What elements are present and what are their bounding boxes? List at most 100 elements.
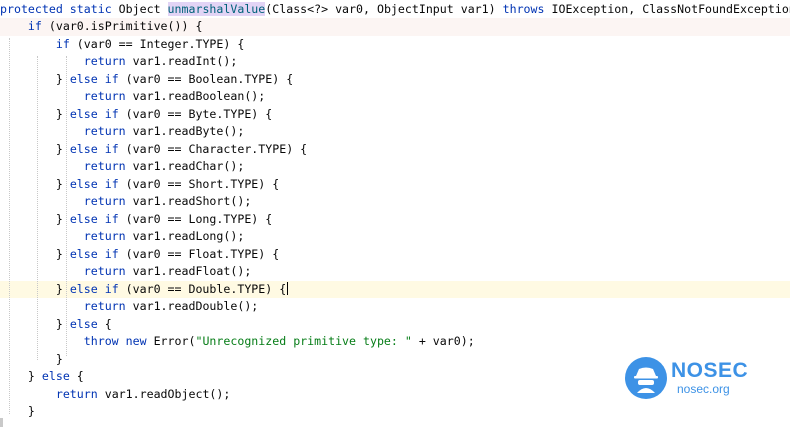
code-token: } (0, 281, 70, 296)
keyword: if (55, 36, 77, 51)
code-token: } (0, 246, 70, 261)
text-caret (287, 281, 289, 295)
nosec-watermark: NOSEC nosec.org (625, 357, 750, 399)
code-line[interactable]: } else if (var0 == Short.TYPE) { (0, 176, 790, 194)
keyword: throws (502, 1, 552, 16)
code-token: var1.readInt(); (132, 54, 238, 68)
code-line[interactable]: protected static Object unmarshalValue(C… (0, 1, 790, 19)
code-line[interactable]: return var1.readDouble(); (0, 298, 790, 316)
code-token: var1.readDouble(); (132, 299, 259, 313)
code-token: (var0 == Byte.TYPE) { (125, 106, 273, 121)
code-token: } (0, 211, 70, 226)
code-token: Error( (153, 334, 196, 348)
code-line[interactable]: if (var0 == Integer.TYPE) { (0, 36, 790, 54)
keyword: else if (69, 106, 126, 121)
code-token: (var0 == Boolean.TYPE) { (125, 71, 294, 86)
code-line[interactable]: return var1.readFloat(); (0, 263, 790, 281)
code-token: var1.readObject(); (104, 386, 231, 401)
keyword: if (27, 19, 49, 33)
keyword: return (55, 386, 105, 401)
string-literal: "Unrecognized primitive type: " (195, 334, 412, 348)
code-line[interactable]: if (var0.isPrimitive()) { (0, 18, 790, 36)
code-token: var1.readChar(); (132, 159, 245, 173)
code-token: (var0 == Short.TYPE) { (125, 176, 280, 191)
code-line[interactable]: return var1.readInt(); (0, 53, 790, 71)
code-line[interactable]: return var1.readBoolean(); (0, 88, 790, 106)
code-token: var1.readFloat(); (132, 264, 252, 278)
code-token: (var0.isPrimitive()) { (48, 19, 203, 33)
watermark-title: NOSEC (671, 359, 749, 382)
code-token: } (0, 369, 42, 383)
spy-hat-icon (625, 357, 667, 399)
code-line[interactable]: return var1.readChar(); (0, 158, 790, 176)
code-token: } (0, 106, 70, 121)
code-token: Object (118, 1, 168, 16)
code-token: (var0 == Integer. (76, 36, 196, 51)
code-token: (var0 == Character.TYPE) { (125, 141, 308, 156)
code-token: + var0); (411, 334, 475, 348)
keyword: return (83, 194, 133, 208)
code-token: { (104, 316, 112, 331)
method-name: unmarshalValue (167, 1, 266, 16)
code-line[interactable]: return var1.readShort(); (0, 193, 790, 211)
code-token: } (0, 316, 70, 331)
keyword: else if (69, 141, 126, 156)
code-token: { (76, 369, 84, 383)
code-line[interactable]: } else { (0, 316, 790, 334)
code-line[interactable]: } else if (var0 == Long.TYPE) { (0, 211, 790, 229)
keyword: else (69, 316, 105, 331)
keyword: else if (69, 281, 126, 296)
watermark-subtitle: nosec.org (677, 382, 730, 396)
keyword: else if (69, 71, 126, 86)
code-line[interactable]: } (0, 403, 790, 421)
code-token: (var0 == Float.TYPE) { (125, 246, 280, 261)
code-token: var1.readByte(); (132, 124, 245, 138)
keyword: throw new (83, 334, 154, 348)
code-token: var1.readShort(); (132, 194, 252, 208)
code-token: } (0, 176, 70, 191)
code-line[interactable]: } else if (var0 == Byte.TYPE) { (0, 106, 790, 124)
code-token: IOException, ClassNotFoundException { (551, 1, 790, 16)
code-token: var1.readBoolean(); (132, 89, 266, 103)
code-line[interactable]: } else if (var0 == Double.TYPE) { (0, 280, 790, 298)
keyword: return (83, 54, 133, 68)
code-line[interactable]: return var1.readLong(); (0, 228, 790, 246)
keyword: return (83, 124, 133, 138)
code-token: (var0 == Double.TYPE) { (125, 281, 287, 296)
keyword: else (41, 369, 77, 383)
code-line[interactable]: } else if (var0 == Character.TYPE) { (0, 141, 790, 159)
code-token: ) { (223, 36, 245, 51)
indent-guide (37, 56, 38, 360)
indent-guide (66, 56, 67, 356)
code-token: } (0, 404, 35, 418)
keyword: protected static (0, 1, 119, 16)
keyword: return (83, 299, 133, 313)
code-token: (var0 == Long.TYPE) { (125, 211, 273, 226)
gutter-marker (0, 418, 3, 427)
code-line[interactable]: } else if (var0 == Float.TYPE) { (0, 246, 790, 264)
code-token: } (0, 71, 70, 86)
keyword: else if (69, 246, 126, 261)
code-token: var1.readLong(); (132, 229, 245, 243)
code-token: TYPE (195, 36, 224, 51)
keyword: return (83, 229, 133, 243)
code-line[interactable]: } else if (var0 == Boolean.TYPE) { (0, 71, 790, 89)
keyword: else if (69, 176, 126, 191)
code-token: (Class<?> var0, ObjectInput var1) (265, 1, 503, 16)
keyword: return (83, 264, 133, 278)
indent-guide (9, 38, 10, 414)
code-token: } (0, 141, 70, 156)
code-line[interactable]: return var1.readByte(); (0, 123, 790, 141)
keyword: return (83, 159, 133, 173)
code-line[interactable]: throw new Error("Unrecognized primitive … (0, 333, 790, 351)
